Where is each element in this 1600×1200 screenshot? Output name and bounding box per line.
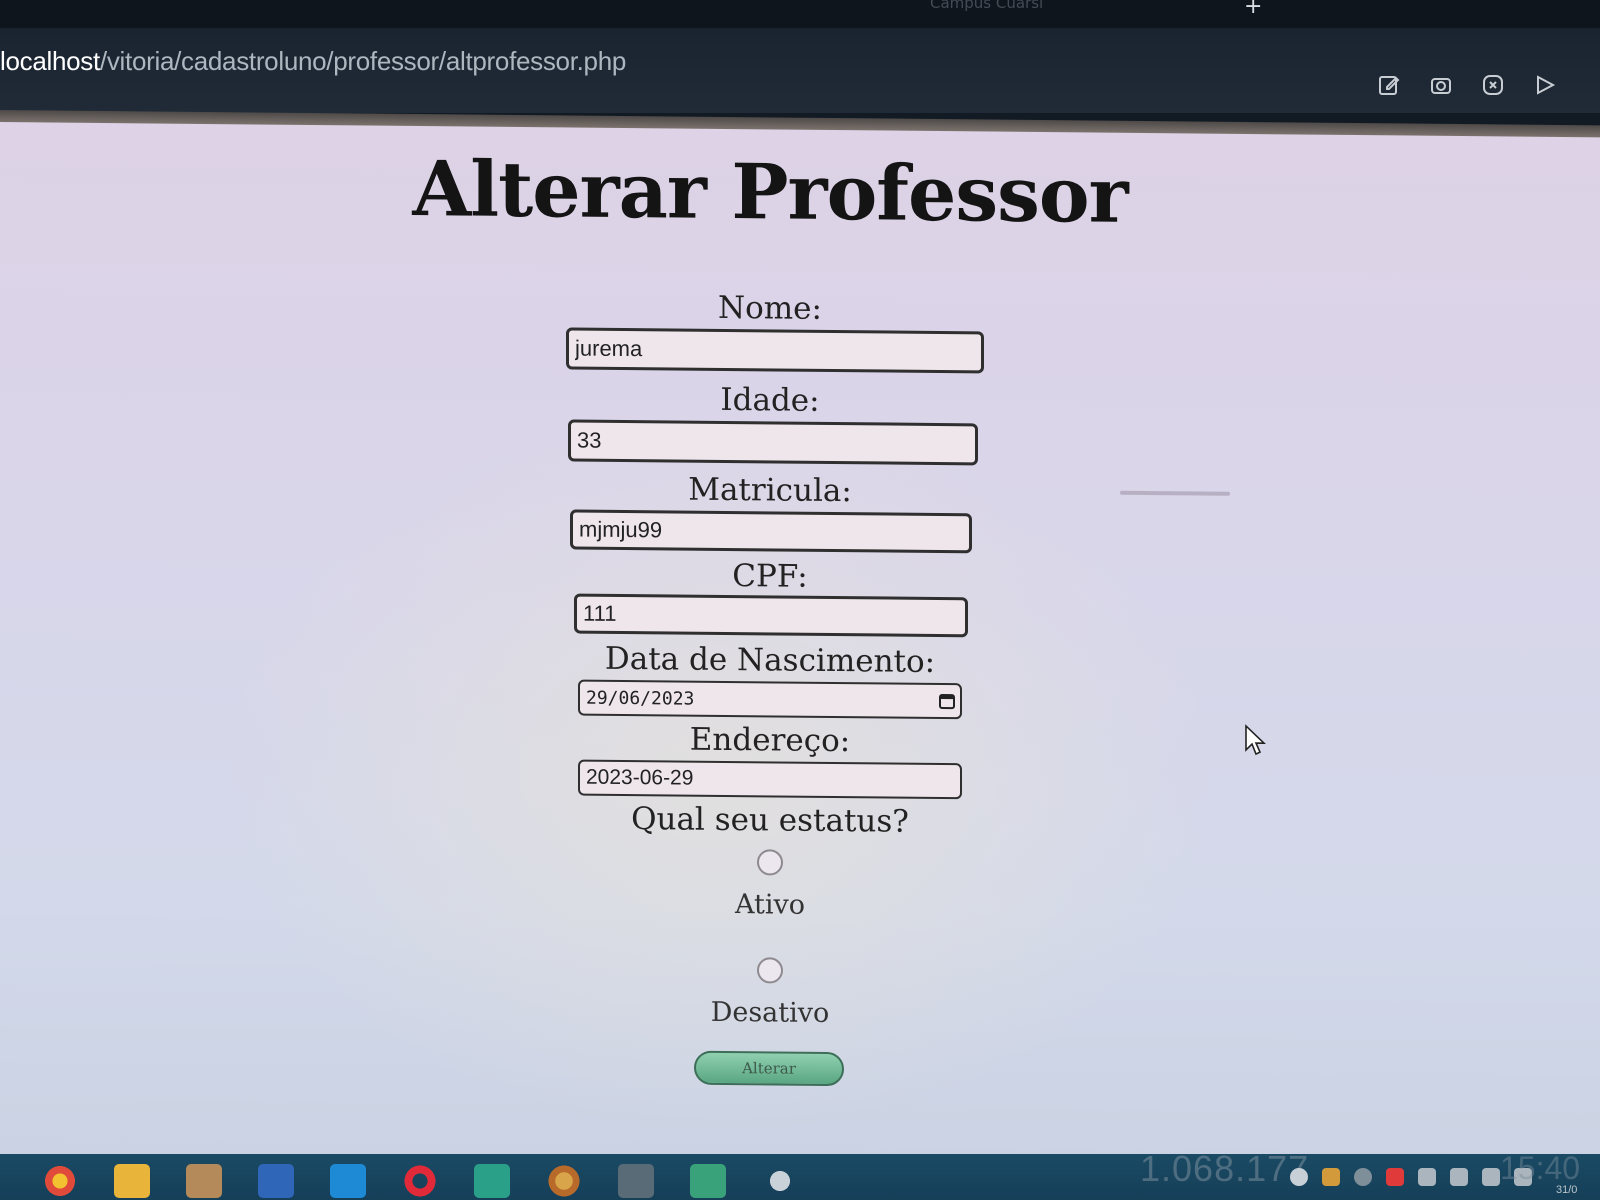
folder-icon[interactable] bbox=[114, 1164, 150, 1198]
url-text[interactable]: localhost/vitoria/cadastroluno/professor… bbox=[0, 46, 626, 77]
calendar-icon[interactable] bbox=[938, 692, 956, 710]
app-icon[interactable] bbox=[186, 1164, 222, 1198]
nome-group: Nome: bbox=[0, 282, 1540, 374]
url-host: localhost bbox=[0, 46, 100, 76]
tray-dot-icon[interactable] bbox=[1354, 1168, 1372, 1186]
desativo-radio[interactable] bbox=[757, 957, 783, 984]
endereco-input[interactable] bbox=[578, 759, 962, 800]
matricula-label: Matricula: bbox=[688, 471, 852, 510]
tab-title[interactable]: Campus Cuarsi bbox=[930, 0, 1150, 14]
nome-input[interactable] bbox=[566, 327, 984, 374]
maps-icon[interactable] bbox=[690, 1164, 726, 1198]
opera-icon[interactable] bbox=[402, 1164, 438, 1198]
word-icon[interactable] bbox=[258, 1164, 294, 1198]
matricula-input[interactable] bbox=[570, 509, 972, 554]
play-icon[interactable] bbox=[1532, 72, 1558, 98]
ativo-radio[interactable] bbox=[757, 849, 783, 876]
network-icon[interactable] bbox=[1290, 1168, 1308, 1186]
matricula-group: Matricula: bbox=[0, 464, 1540, 554]
idade-group: Idade: bbox=[0, 374, 1540, 466]
alterar-button[interactable]: Alterar bbox=[694, 1050, 844, 1087]
chrome-icon[interactable] bbox=[42, 1164, 78, 1198]
status-group: Qual seu estatus? Ativo Desativo bbox=[0, 794, 1540, 1029]
url-path: /vitoria/cadastroluno/professor/altprofe… bbox=[99, 46, 627, 76]
close-circle-icon[interactable] bbox=[1480, 72, 1506, 98]
tab-strip: Campus Cuarsi + bbox=[0, 0, 1600, 28]
idade-label: Idade: bbox=[720, 381, 820, 419]
desativo-label: Desativo bbox=[710, 996, 830, 1029]
chrome-canary-icon[interactable] bbox=[546, 1164, 582, 1198]
cpf-input[interactable] bbox=[574, 593, 968, 638]
volume-icon[interactable] bbox=[1482, 1168, 1500, 1186]
idade-input[interactable] bbox=[568, 419, 978, 466]
edit-icon[interactable] bbox=[1376, 72, 1402, 98]
browser-toolbar bbox=[1376, 72, 1558, 98]
mouse-cursor-icon bbox=[1245, 724, 1266, 756]
camera-icon[interactable] bbox=[1428, 72, 1454, 98]
antivirus-icon[interactable] bbox=[1386, 1168, 1404, 1186]
page-title: Alterar Professor bbox=[412, 143, 1128, 240]
taskbar: 1.068.177 15:40 31/0 bbox=[0, 1148, 1600, 1200]
ghost-number: 1.068.177 bbox=[1140, 1148, 1310, 1189]
clock-time[interactable]: 15:40 bbox=[1500, 1150, 1580, 1187]
nascimento-input[interactable] bbox=[578, 679, 962, 720]
settings-icon[interactable] bbox=[762, 1164, 798, 1198]
clock-date[interactable]: 31/0 bbox=[1556, 1184, 1577, 1196]
nome-label: Nome: bbox=[718, 289, 822, 327]
terminal-icon[interactable] bbox=[618, 1164, 654, 1198]
page-content: Alterar Professor Nome: Idade: Matricula… bbox=[0, 122, 1600, 1176]
professor-form: Nome: Idade: Matricula: CPF: Data de Nas… bbox=[0, 282, 1540, 1087]
store-icon[interactable] bbox=[474, 1164, 510, 1198]
screen: Campus Cuarsi + localhost/vitoria/cadast… bbox=[0, 0, 1600, 1200]
nascimento-label: Data de Nascimento: bbox=[604, 640, 936, 680]
status-question: Qual seu estatus? bbox=[631, 801, 909, 840]
nascimento-group: Data de Nascimento: bbox=[0, 634, 1540, 720]
battery-icon[interactable] bbox=[1450, 1168, 1468, 1186]
tray-app-icon[interactable] bbox=[1322, 1168, 1340, 1186]
ativo-label: Ativo bbox=[734, 889, 806, 921]
usb-icon[interactable] bbox=[1418, 1168, 1436, 1186]
cpf-group: CPF: bbox=[0, 550, 1540, 638]
new-tab-icon[interactable]: + bbox=[1244, 0, 1262, 19]
system-tray bbox=[1290, 1168, 1532, 1186]
vscode-icon[interactable] bbox=[330, 1164, 366, 1198]
endereco-group: Endereço: bbox=[0, 714, 1540, 800]
endereco-label: Endereço: bbox=[689, 721, 851, 760]
